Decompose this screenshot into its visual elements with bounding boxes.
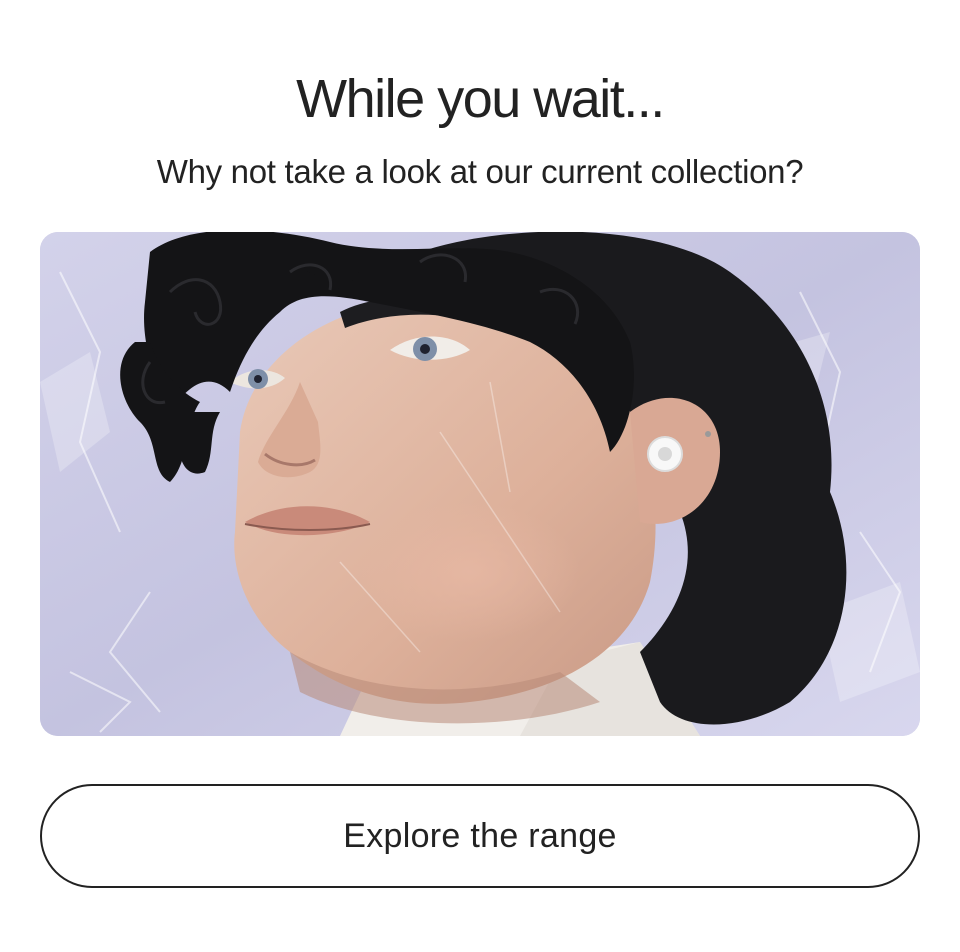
hero-image xyxy=(40,232,920,736)
wait-dialog: While you wait... Why not take a look at… xyxy=(0,0,960,952)
dialog-title: While you wait... xyxy=(296,69,665,129)
explore-range-button[interactable]: Explore the range xyxy=(40,784,920,888)
dialog-subtitle: Why not take a look at our current colle… xyxy=(156,153,804,190)
hero-illustration xyxy=(40,232,920,736)
